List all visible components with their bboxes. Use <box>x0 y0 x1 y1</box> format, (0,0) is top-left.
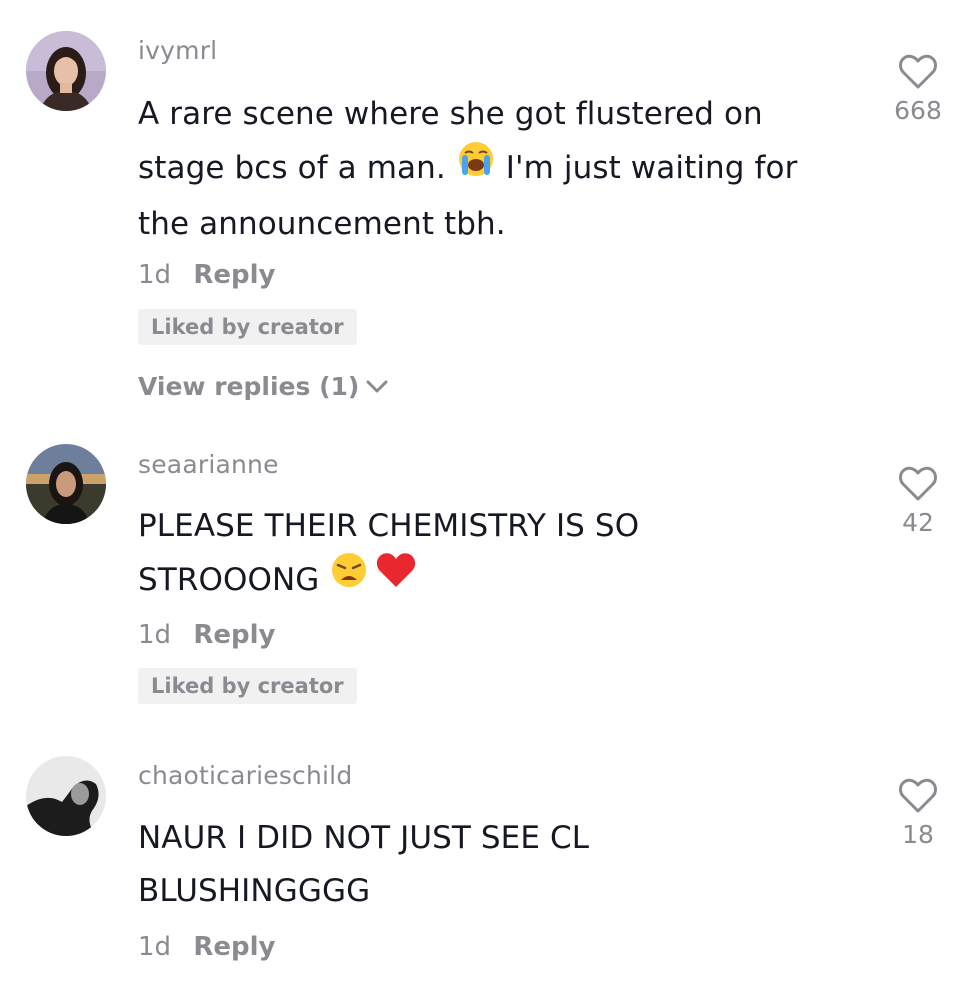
view-replies-label: View replies (1) <box>138 372 360 401</box>
comment-text-segment: STROOONG <box>138 562 320 598</box>
like-column: 18 <box>868 778 960 849</box>
avatar-image <box>26 756 106 836</box>
comment-meta: 1d Reply <box>138 620 275 650</box>
red-heart-emoji <box>375 550 417 607</box>
comment-text-line: the announcement tbh. <box>138 206 506 242</box>
comment-text: NAUR I DID NOT JUST SEE CL BLUSHINGGGG <box>138 812 838 918</box>
like-count: 42 <box>902 508 934 537</box>
comment-text-line: BLUSHINGGGG <box>138 873 371 909</box>
comment-text-line: NAUR I DID NOT JUST SEE CL <box>138 820 590 856</box>
liked-by-creator-badge: Liked by creator <box>138 668 357 704</box>
comment-text-line: stage bcs of a man. I'm just waiting for <box>138 141 838 198</box>
liked-by-creator-badge: Liked by creator <box>138 309 357 345</box>
comment-text-line: A rare scene where she got flustered on <box>138 96 763 132</box>
comment-time: 1d <box>138 260 172 290</box>
reply-button[interactable]: Reply <box>193 260 275 290</box>
weary-face-emoji <box>329 550 369 607</box>
comment-text-line: PLEASE THEIR CHEMISTRY IS SO <box>138 508 640 544</box>
heart-outline-icon[interactable] <box>898 466 938 502</box>
chevron-down-icon <box>366 380 388 392</box>
comment-username[interactable]: ivymrl <box>138 36 217 65</box>
comment-text-segment: stage bcs of a man. <box>138 150 446 186</box>
comment-meta: 1d Reply <box>138 932 275 962</box>
avatar-image <box>26 444 106 524</box>
avatar[interactable] <box>26 756 106 836</box>
like-count: 668 <box>894 96 942 125</box>
avatar-image <box>26 31 106 111</box>
comment-username[interactable]: chaoticarieschild <box>138 761 352 790</box>
comment-text-segment: I'm just waiting for <box>505 150 798 186</box>
like-column: 668 <box>868 54 960 125</box>
avatar[interactable] <box>26 31 106 111</box>
comment-time: 1d <box>138 620 172 650</box>
reply-button[interactable]: Reply <box>193 932 275 962</box>
like-count: 18 <box>902 820 934 849</box>
heart-outline-icon[interactable] <box>898 778 938 814</box>
crying-face-emoji <box>456 138 496 195</box>
comment-text: A rare scene where she got flustered on … <box>138 88 838 251</box>
comment-meta: 1d Reply <box>138 260 275 290</box>
comment-text: PLEASE THEIR CHEMISTRY IS SO STROOONG <box>138 500 838 610</box>
reply-button[interactable]: Reply <box>193 620 275 650</box>
heart-outline-icon[interactable] <box>898 54 938 90</box>
comment-username[interactable]: seaarianne <box>138 450 279 479</box>
avatar[interactable] <box>26 444 106 524</box>
comment-text-line: STROOONG <box>138 553 838 610</box>
like-column: 42 <box>868 466 960 537</box>
comment-time: 1d <box>138 932 172 962</box>
view-replies-button[interactable]: View replies (1) <box>138 372 389 401</box>
